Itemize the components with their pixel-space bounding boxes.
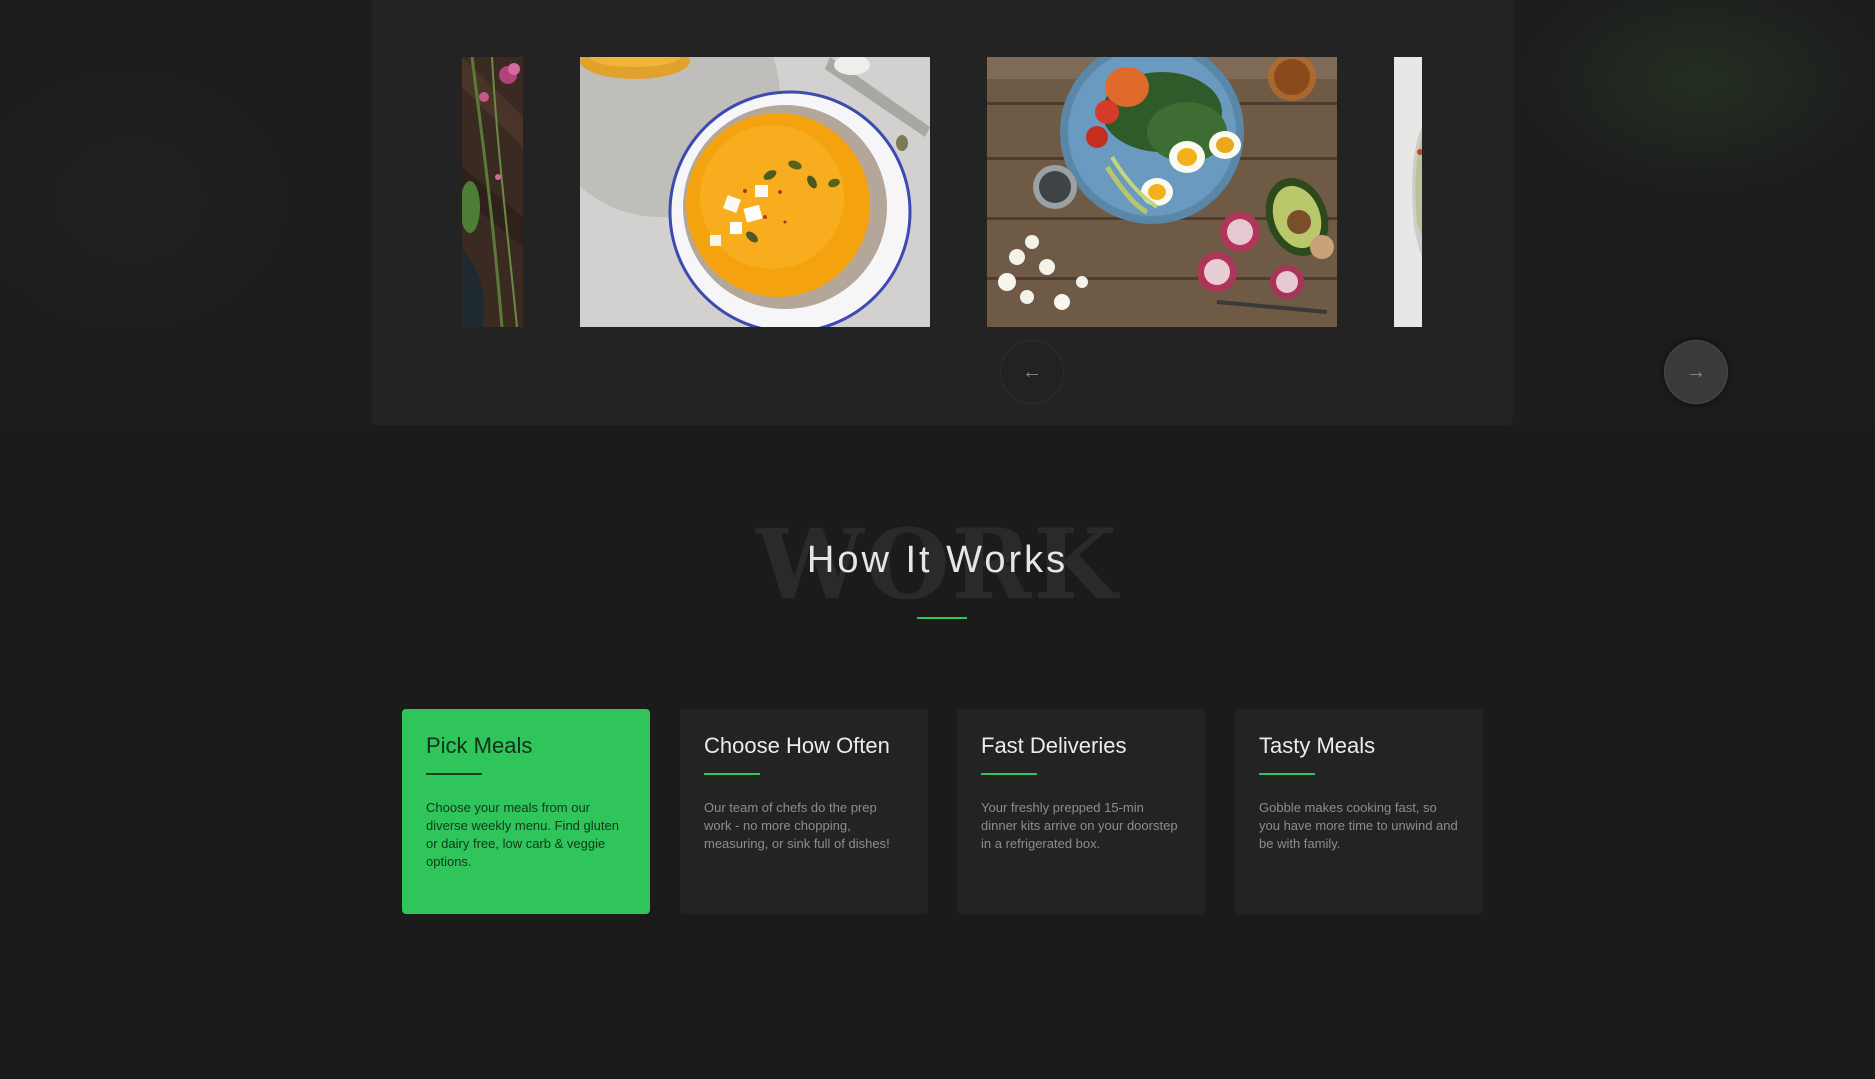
slide-image-plate[interactable] bbox=[1394, 57, 1422, 327]
card-description: Your freshly prepped 15-min dinner kits … bbox=[981, 800, 1178, 851]
plate-image bbox=[1394, 57, 1422, 327]
card-title: Fast Deliveries bbox=[981, 733, 1127, 758]
step-card-pick-meals[interactable]: Pick Meals Choose your meals from our di… bbox=[402, 709, 650, 914]
salad-image bbox=[987, 57, 1337, 327]
step-card-tasty-meals[interactable]: Tasty Meals Gobble makes cooking fast, s… bbox=[1235, 709, 1483, 914]
card-description: Choose your meals from our diverse weekl… bbox=[426, 800, 619, 869]
arrow-left-icon: ← bbox=[1022, 360, 1042, 383]
section-title: How It Works bbox=[806, 539, 1069, 581]
page: ← → WORK How It Works Pick Meals Choose … bbox=[0, 0, 1875, 1079]
card-description: Our team of chefs do the prep work - no … bbox=[704, 800, 890, 851]
image-slider: ← → bbox=[372, 0, 1728, 425]
slide-image-salad[interactable] bbox=[987, 57, 1337, 327]
card-description: Gobble makes cooking fast, so you have m… bbox=[1259, 800, 1458, 851]
title-divider bbox=[917, 617, 967, 619]
card-title: Pick Meals bbox=[426, 733, 533, 758]
card-divider bbox=[704, 773, 760, 775]
card-title: Tasty Meals bbox=[1259, 733, 1376, 758]
card-divider bbox=[981, 773, 1037, 775]
step-card-fast-deliveries[interactable]: Fast Deliveries Your freshly prepped 15-… bbox=[957, 709, 1205, 914]
card-divider bbox=[426, 773, 482, 775]
card-title: Choose How Often bbox=[704, 733, 890, 758]
slider-prev-button[interactable]: ← bbox=[1000, 340, 1064, 404]
flowers-image bbox=[462, 57, 523, 327]
arrow-right-icon: → bbox=[1686, 360, 1706, 383]
step-card-choose-how-often[interactable]: Choose How Often Our team of chefs do th… bbox=[680, 709, 928, 914]
soup-image bbox=[580, 57, 930, 327]
slide-image-soup[interactable] bbox=[580, 57, 930, 327]
card-divider bbox=[1259, 773, 1315, 775]
slide-image-flowers[interactable] bbox=[462, 57, 523, 327]
slider-next-button[interactable]: → bbox=[1664, 340, 1728, 404]
